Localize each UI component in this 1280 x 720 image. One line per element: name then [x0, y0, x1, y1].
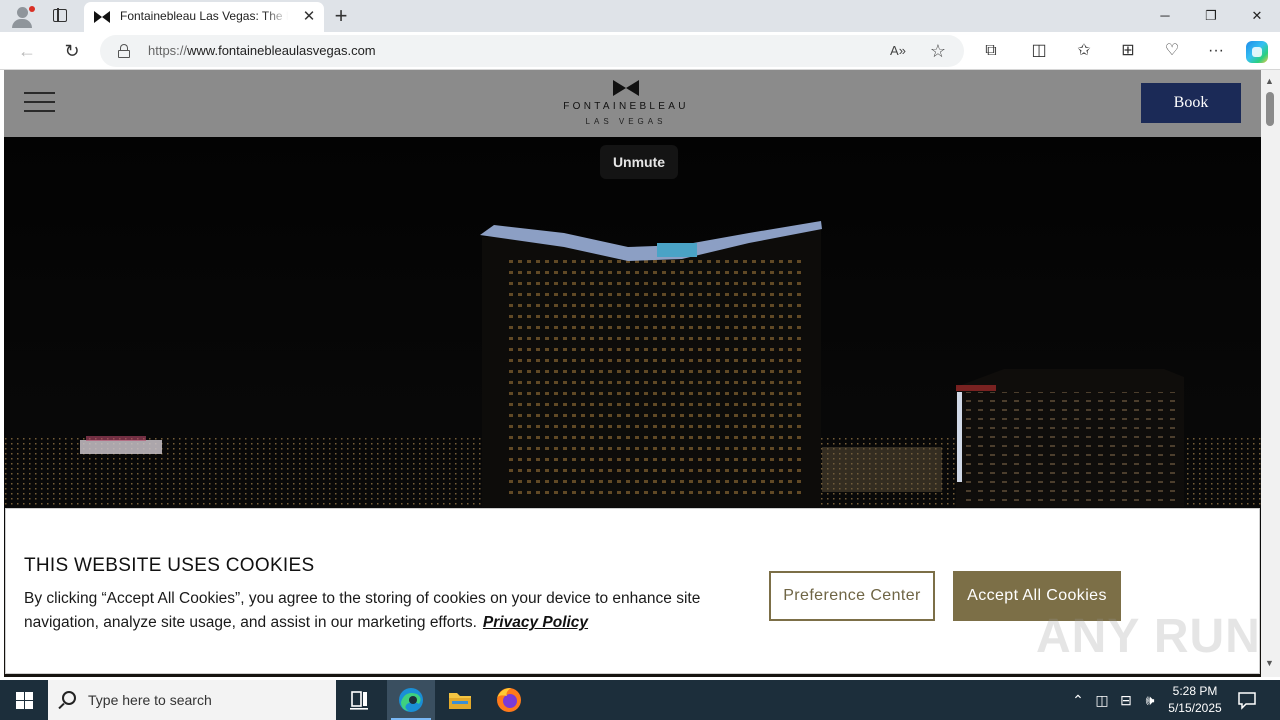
scroll-down-arrow-icon[interactable]: ▼ [1265, 658, 1274, 668]
url-scheme: https:// [148, 43, 188, 58]
url-domain: www.fontainebleaulasvegas.com [187, 43, 376, 58]
profile-avatar-icon[interactable] [8, 4, 36, 28]
cookie-message-text: By clicking “Accept All Cookies”, you ag… [24, 590, 701, 631]
site-header: FONTAINEBLEAU LAS VEGAS Book [4, 70, 1261, 137]
taskbar-search-input[interactable]: Type here to search [48, 680, 336, 720]
windows-taskbar: Type here to search ⌃ ◫ ⊟ 🕪 5:28 PM 5/15… [0, 680, 1280, 720]
minimize-button[interactable]: ─ [1142, 0, 1188, 32]
unmute-button[interactable]: Unmute [600, 145, 678, 179]
favorite-star-icon[interactable]: ☆ [928, 41, 948, 61]
browser-tab[interactable]: Fontainebleau Las Vegas: The Best ✕ [84, 2, 324, 32]
browser-essentials-icon[interactable]: ♡ [1160, 39, 1184, 63]
show-hidden-icons-chevron-icon[interactable]: ⌃ [1068, 690, 1088, 710]
edge-taskbar-icon[interactable] [387, 680, 435, 720]
bowtie-logo-icon [613, 80, 639, 96]
notification-center-icon[interactable] [1236, 689, 1258, 711]
split-screen-icon[interactable]: ◫ [1027, 39, 1051, 63]
page-scrollbar[interactable]: ▲ ▼ [1261, 70, 1280, 677]
address-bar[interactable]: https://www.fontainebleaulasvegas.com A»… [100, 35, 964, 67]
browser-toolbar: ← ↻ https://www.fontainebleaulasvegas.co… [0, 32, 1280, 70]
logo-subtitle: LAS VEGAS [585, 117, 667, 126]
anyrun-watermark: ANY RUN [1036, 610, 1261, 663]
search-icon [62, 691, 76, 705]
taskbar-search-placeholder: Type here to search [88, 692, 212, 708]
tab-title: Fontainebleau Las Vegas: The Best [120, 9, 288, 23]
read-aloud-icon[interactable]: A» [888, 41, 908, 61]
file-explorer-icon[interactable] [436, 680, 484, 720]
site-logo[interactable]: FONTAINEBLEAU LAS VEGAS [552, 79, 700, 131]
fontainebleau-favicon-icon [94, 11, 110, 23]
window-close-button[interactable]: ✕ [1234, 0, 1280, 32]
favorites-icon[interactable]: ✩ [1072, 39, 1096, 63]
more-options-icon[interactable]: ··· [1204, 39, 1228, 63]
privacy-policy-link[interactable]: Privacy Policy [483, 614, 588, 631]
firefox-icon[interactable] [485, 680, 533, 720]
logo-name: FONTAINEBLEAU [563, 101, 689, 112]
scroll-thumb[interactable] [1266, 92, 1274, 126]
extensions-icon[interactable]: ⧉ [979, 39, 1003, 63]
tab-actions-icon[interactable] [50, 6, 70, 26]
reload-button[interactable]: ↻ [59, 38, 85, 64]
scroll-up-arrow-icon[interactable]: ▲ [1265, 76, 1274, 86]
cookie-title: THIS WEBSITE USES COOKIES [24, 555, 315, 576]
cookie-consent-banner: THIS WEBSITE USES COOKIES By clicking “A… [5, 508, 1260, 674]
preference-center-button[interactable]: Preference Center [769, 571, 935, 621]
restore-button[interactable]: ❐ [1188, 0, 1234, 32]
back-button[interactable]: ← [14, 38, 40, 64]
network-icon[interactable]: ⊟ [1116, 690, 1136, 710]
clock-date: 5/15/2025 [1168, 701, 1222, 715]
lock-icon[interactable] [118, 44, 130, 58]
url-text[interactable]: https://www.fontainebleaulasvegas.com [148, 43, 376, 58]
menu-hamburger-icon[interactable] [24, 92, 56, 114]
clock-time: 5:28 PM [1172, 684, 1218, 698]
collections-icon[interactable]: ⊞ [1116, 39, 1140, 63]
volume-icon[interactable]: 🕪 [1140, 690, 1160, 710]
cookie-message: By clicking “Accept All Cookies”, you ag… [24, 587, 754, 635]
copilot-icon[interactable] [1246, 41, 1268, 63]
new-tab-button[interactable]: + [330, 3, 352, 29]
task-view-icon[interactable] [336, 680, 384, 720]
system-clock[interactable]: 5:28 PM 5/15/2025 [1160, 683, 1230, 717]
windows-start-icon[interactable] [0, 680, 48, 720]
tab-close-icon[interactable]: ✕ [300, 8, 318, 26]
browser-tab-strip: Fontainebleau Las Vegas: The Best ✕ + ─ … [0, 0, 1280, 32]
book-button[interactable]: Book [1141, 83, 1241, 123]
meet-now-icon[interactable]: ◫ [1092, 690, 1112, 710]
